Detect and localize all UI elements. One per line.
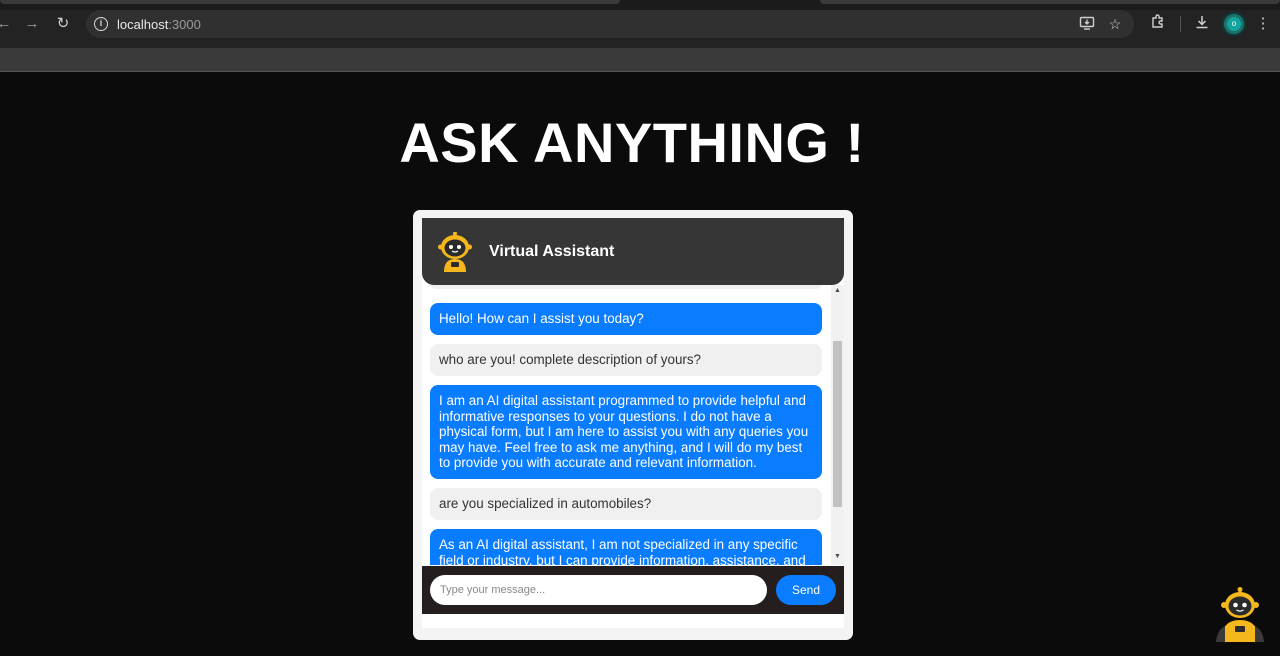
list-item (430, 285, 822, 289)
user-message: are you specialized in automobiles? (430, 488, 822, 520)
chat-header: Virtual Assistant (422, 218, 844, 285)
robot-icon (437, 231, 473, 272)
browser-tab[interactable] (0, 0, 620, 4)
chat-widget: Virtual Assistant Hello! How can I assis… (413, 210, 853, 640)
reload-icon[interactable]: ↻ (53, 14, 73, 34)
page-title: ASK ANYTHING ! (399, 111, 865, 174)
chat-title: Virtual Assistant (489, 243, 615, 260)
message-input[interactable] (430, 575, 767, 605)
back-icon[interactable]: ← (0, 14, 14, 34)
address-bar[interactable]: i localhost:3000 ☆ (86, 10, 1134, 38)
chat-panel: Virtual Assistant Hello! How can I assis… (422, 218, 844, 628)
install-app-icon[interactable] (1078, 15, 1096, 33)
download-icon[interactable] (1192, 14, 1212, 34)
send-button[interactable]: Send (776, 575, 836, 605)
bookmark-star-icon[interactable]: ☆ (1106, 15, 1124, 33)
scroll-up-icon[interactable]: ▲ (831, 285, 844, 297)
menu-icon[interactable]: ⋮ (1253, 14, 1273, 34)
bookmark-bar (0, 48, 1280, 72)
url-text[interactable]: localhost:3000 (117, 17, 201, 32)
bot-message: As an AI digital assistant, I am not spe… (430, 529, 822, 565)
toolbar-divider (1180, 16, 1181, 32)
forward-icon[interactable]: → (22, 14, 42, 34)
browser-tab[interactable] (820, 0, 1280, 4)
scrollbar-thumb[interactable] (833, 341, 842, 507)
bot-message: Hello! How can I assist you today? (430, 303, 822, 335)
bot-message: I am an AI digital assistant programmed … (430, 385, 822, 479)
profile-initial: o (1227, 17, 1241, 31)
input-bar: Send (422, 566, 844, 614)
robot-icon[interactable] (1212, 586, 1268, 642)
profile-avatar[interactable]: o (1222, 12, 1246, 36)
tab-strip (0, 0, 1280, 10)
scrollbar[interactable]: ▲ ▼ (831, 285, 844, 565)
site-info-icon[interactable]: i (94, 17, 108, 31)
extensions-icon[interactable] (1148, 14, 1168, 34)
browser-toolbar: ← → ↻ i localhost:3000 ☆ o ⋮ (0, 0, 1280, 48)
user-message: who are you! complete description of you… (430, 344, 822, 376)
message-list[interactable]: Hello! How can I assist you today? who a… (422, 285, 844, 565)
scroll-down-icon[interactable]: ▼ (831, 551, 844, 563)
